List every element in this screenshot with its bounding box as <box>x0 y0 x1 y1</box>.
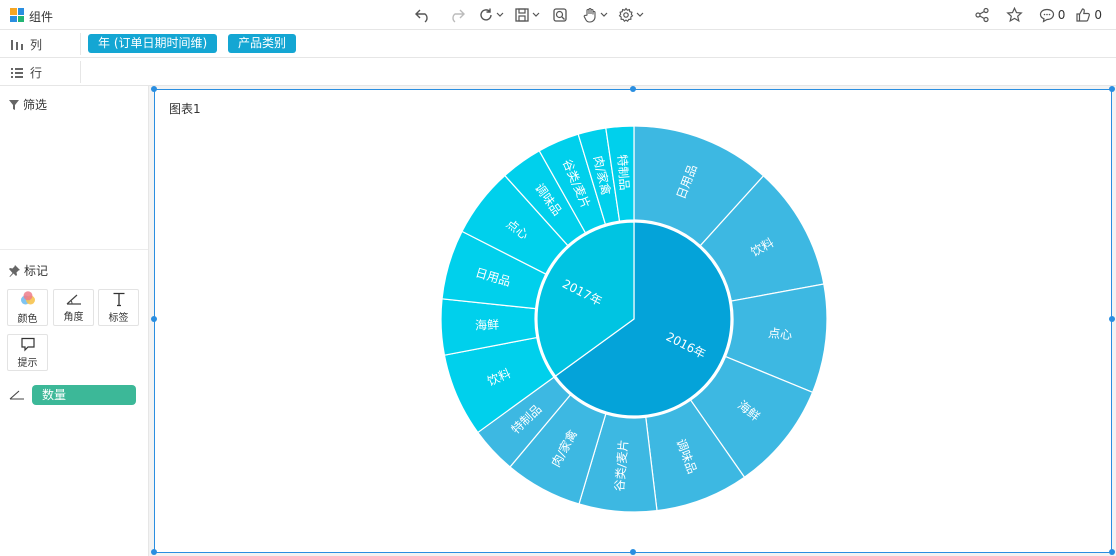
columns-label: 列 <box>30 38 43 52</box>
text-icon <box>113 292 124 307</box>
share-icon[interactable] <box>974 6 990 24</box>
marks-label: 标记 <box>24 264 49 278</box>
filter-label: 筛选 <box>23 98 48 112</box>
resize-handle[interactable] <box>630 86 636 92</box>
left-panel: 筛选 标记 颜色 角度 标签 提示 数量 <box>0 86 149 556</box>
preview-icon[interactable] <box>552 6 568 24</box>
rows-shelf: 行 <box>0 58 1116 86</box>
mark-tooltip-label: 提示 <box>17 358 38 369</box>
chevron-down-icon <box>636 12 644 17</box>
app-logo-icon <box>10 8 24 22</box>
marks-header: 标记 <box>8 262 48 279</box>
redo-icon[interactable] <box>448 6 466 24</box>
outer-slice-label: 海鲜 <box>475 317 500 333</box>
mark-angle-button[interactable]: 角度 <box>53 289 94 326</box>
comments-count: 0 <box>1057 8 1066 22</box>
shelf-divider <box>80 61 81 83</box>
favorite-star-icon[interactable] <box>1005 6 1023 24</box>
comment-icon <box>1039 8 1054 23</box>
resize-handle[interactable] <box>1109 549 1115 555</box>
chevron-down-icon <box>496 12 504 17</box>
columns-shelf: 列 年 (订单日期时间维) 产品类别 <box>0 30 1116 58</box>
resize-handle[interactable] <box>1109 316 1115 322</box>
resize-handle[interactable] <box>151 316 157 322</box>
columns-icon <box>11 39 23 50</box>
resize-handle[interactable] <box>151 86 157 92</box>
mark-color-button[interactable]: 颜色 <box>7 289 48 326</box>
save-button[interactable] <box>514 6 540 24</box>
toolbar-actions <box>414 6 644 24</box>
likes-count: 0 <box>1094 8 1102 22</box>
toolbar-right: 0 0 <box>974 6 1102 24</box>
mark-tooltip-button[interactable]: 提示 <box>7 334 48 371</box>
rows-icon <box>11 67 23 78</box>
mark-label-button[interactable]: 标签 <box>98 289 139 326</box>
refresh-icon <box>480 8 492 21</box>
settings-icon <box>618 7 634 22</box>
outer-slice-label: 特制品 <box>615 154 633 191</box>
top-toolbar: 组件 0 0 <box>0 0 1116 30</box>
save-icon <box>515 8 529 22</box>
chevron-down-icon <box>532 12 540 17</box>
rows-label: 行 <box>30 66 43 80</box>
column-pill-category[interactable]: 产品类别 <box>228 34 297 53</box>
resize-handle[interactable] <box>151 549 157 555</box>
angle-field-pill[interactable]: 数量 <box>32 385 136 405</box>
filter-header: 筛选 <box>8 96 47 113</box>
mark-color-label: 颜色 <box>17 314 38 325</box>
sunburst-chart[interactable]: 2016年日用品饮料点心海鲜调味品谷类/麦片肉/家禽特制品2017年饮料海鲜日用… <box>155 90 1111 552</box>
filter-area[interactable]: 筛选 <box>0 86 148 250</box>
refresh-button[interactable] <box>478 6 504 24</box>
color-palette-icon <box>20 291 35 305</box>
filter-icon <box>9 99 19 110</box>
hand-icon <box>583 7 596 23</box>
mark-angle-label: 角度 <box>63 312 84 323</box>
resize-handle[interactable] <box>630 549 636 555</box>
app-title: 组件 <box>29 10 54 24</box>
hand-tool-button[interactable] <box>582 6 608 24</box>
resize-handle[interactable] <box>1109 86 1115 92</box>
chart-component[interactable]: 图表1 2016年 日用品 饮料 点心 海鲜 调味品 谷类/麦片 肉/家禽 特制品 2017年 饮料… <box>154 89 1112 553</box>
column-pill-year[interactable]: 年 (订单日期时间维) <box>88 34 218 53</box>
mark-label-label: 标签 <box>108 313 129 324</box>
thumbs-up-icon <box>1076 8 1091 22</box>
angle-icon <box>66 294 81 305</box>
pin-icon <box>9 265 20 277</box>
angle-icon <box>9 390 24 400</box>
settings-button[interactable] <box>618 6 644 24</box>
chevron-down-icon <box>600 12 608 17</box>
outer-slice-label: 点心 <box>768 326 793 342</box>
undo-icon[interactable] <box>414 6 432 24</box>
tooltip-icon <box>20 337 35 352</box>
comments-button[interactable]: 0 <box>1039 7 1066 23</box>
like-button[interactable]: 0 <box>1075 7 1102 23</box>
shelf-divider <box>80 33 81 55</box>
